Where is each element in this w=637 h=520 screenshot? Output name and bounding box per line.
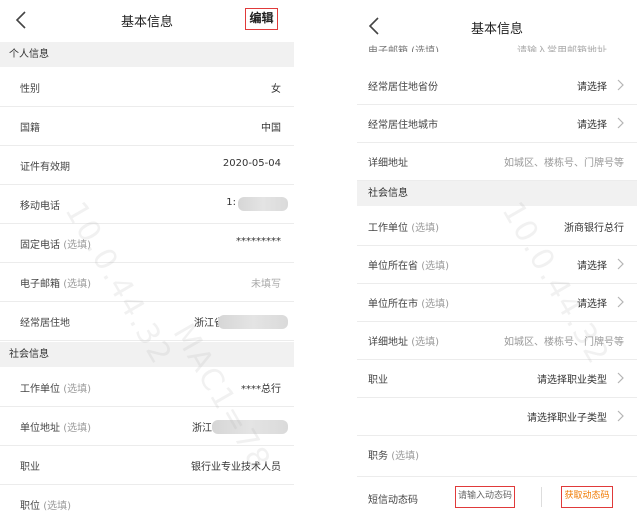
- sms-code-input[interactable]: 请输入动态码: [455, 486, 515, 508]
- edit-button[interactable]: 编辑: [245, 8, 278, 30]
- form-row-residence-city[interactable]: 经常居住地城市 请选择: [357, 104, 637, 143]
- row-label: 工作单位 (选填): [20, 384, 91, 395]
- form-row-residence-province[interactable]: 经常居住地省份 请选择: [357, 66, 637, 105]
- form-row-employer-city[interactable]: 单位所在市 (选填) 请选择: [357, 283, 637, 322]
- sms-code-label: 短信动态码: [368, 495, 418, 506]
- row-label: 工作单位 (选填): [368, 223, 439, 234]
- chevron-right-icon: [617, 79, 625, 91]
- form-row-duty[interactable]: 职务 (选填): [357, 435, 637, 474]
- chevron-right-icon: [617, 296, 625, 308]
- navbar: 基本信息 编辑: [0, 0, 294, 40]
- row-value: 请输入常用邮箱地址: [517, 46, 607, 52]
- row-label: 单位地址 (选填): [20, 423, 91, 434]
- row-label: 单位所在省 (选填): [368, 261, 449, 272]
- row-label: 职业: [368, 375, 388, 386]
- row-label: 详细地址 (选填): [368, 337, 439, 348]
- form-row-detail-address[interactable]: 详细地址 如城区、楼栋号、门牌号等: [357, 142, 637, 181]
- row-value: ****总行: [241, 384, 281, 395]
- row-value: 1:: [226, 197, 236, 208]
- redaction-blur: [238, 197, 288, 211]
- info-row-position: 职位 (选填): [0, 485, 294, 520]
- row-value: 请选择职业类型: [537, 375, 607, 386]
- chevron-right-icon: [617, 117, 625, 129]
- row-value: 请选择: [577, 82, 607, 93]
- row-label: 证件有效期: [20, 162, 70, 173]
- row-label: 经常居住地城市: [368, 120, 438, 131]
- navbar: 基本信息: [357, 0, 637, 38]
- row-value: 浙商银行总行: [564, 223, 624, 234]
- section-header-social: 社会信息: [357, 181, 637, 206]
- info-row-occupation: 职业 银行业专业技术人员: [0, 446, 294, 485]
- row-value: 如城区、楼栋号、门牌号等: [504, 337, 624, 348]
- row-label: 详细地址: [368, 158, 408, 169]
- row-label: 电子邮箱 (选填): [20, 279, 91, 290]
- row-label: 单位所在市 (选填): [368, 299, 449, 310]
- info-row-residence: 经常居住地 浙江省: [0, 302, 294, 341]
- form-row-employer[interactable]: 工作单位 (选填) 浙商银行总行: [357, 207, 637, 246]
- chevron-right-icon: [617, 372, 625, 384]
- row-value: 银行业专业技术人员: [191, 462, 281, 473]
- chevron-right-icon: [617, 410, 625, 422]
- page-title: 基本信息: [470, 22, 523, 37]
- row-value: *********: [236, 236, 281, 247]
- row-label: 职业: [20, 462, 40, 473]
- info-row-employer: 工作单位 (选填) ****总行: [0, 368, 294, 407]
- redaction-blur: [218, 315, 288, 329]
- left-screen: 基本信息 编辑 个人信息 性别 女 国籍 中国 证件有效期 2020-05-04…: [0, 0, 294, 520]
- section-header-personal: 个人信息: [0, 42, 294, 67]
- panel-gap: [294, 0, 357, 520]
- info-row-id-expiry: 证件有效期 2020-05-04: [0, 146, 294, 185]
- row-value: 2020-05-04: [222, 158, 281, 169]
- form-row-employer-province[interactable]: 单位所在省 (选填) 请选择: [357, 245, 637, 284]
- row-value: 女: [271, 84, 281, 95]
- info-row-employer-address: 单位地址 (选填) 浙江: [0, 407, 294, 446]
- row-value: 如城区、楼栋号、门牌号等: [504, 158, 624, 169]
- row-value: 请选择: [577, 261, 607, 272]
- row-value: 中国: [261, 123, 281, 134]
- row-value: 未填写: [251, 279, 281, 290]
- info-row-nationality: 国籍 中国: [0, 107, 294, 146]
- chevron-right-icon: [617, 258, 625, 270]
- info-row-gender: 性别 女: [0, 68, 294, 107]
- row-label: 移动电话: [20, 201, 60, 212]
- row-value: 请选择: [577, 299, 607, 310]
- row-label: 职务 (选填): [368, 451, 419, 462]
- info-row-email-partial: 电子邮箱 (选填) 请输入常用邮箱地址: [357, 38, 637, 52]
- row-label: 经常居住地: [20, 318, 70, 329]
- get-sms-code-button[interactable]: 获取动态码: [561, 486, 613, 508]
- form-row-occupation-subtype[interactable]: 请选择职业子类型: [357, 397, 637, 436]
- row-value: 请选择: [577, 120, 607, 131]
- row-label: 性别: [20, 84, 40, 95]
- section-header-social: 社会信息: [0, 342, 294, 367]
- info-row-landline: 固定电话 (选填) *********: [0, 224, 294, 263]
- row-label: 国籍: [20, 123, 40, 134]
- row-value: 请选择职业子类型: [527, 413, 607, 424]
- divider: [541, 487, 542, 507]
- row-label: 经常居住地省份: [368, 82, 438, 93]
- redaction-blur: [212, 420, 288, 434]
- row-label: 电子邮箱 (选填): [368, 46, 439, 52]
- row-label: 固定电话 (选填): [20, 240, 91, 251]
- row-label: 职位 (选填): [20, 501, 71, 512]
- info-row-mobile: 移动电话 1:: [0, 185, 294, 224]
- info-row-email: 电子邮箱 (选填) 未填写: [0, 263, 294, 302]
- form-row-employer-detail-address[interactable]: 详细地址 (选填) 如城区、楼栋号、门牌号等: [357, 321, 637, 360]
- sms-code-row: 短信动态码 请输入动态码 获取动态码: [357, 476, 637, 516]
- right-screen: 基本信息 电子邮箱 (选填) 请输入常用邮箱地址 经常居住地省份 请选择 经常居…: [357, 0, 637, 520]
- form-row-occupation[interactable]: 职业 请选择职业类型: [357, 359, 637, 398]
- row-value: 浙江: [192, 423, 212, 434]
